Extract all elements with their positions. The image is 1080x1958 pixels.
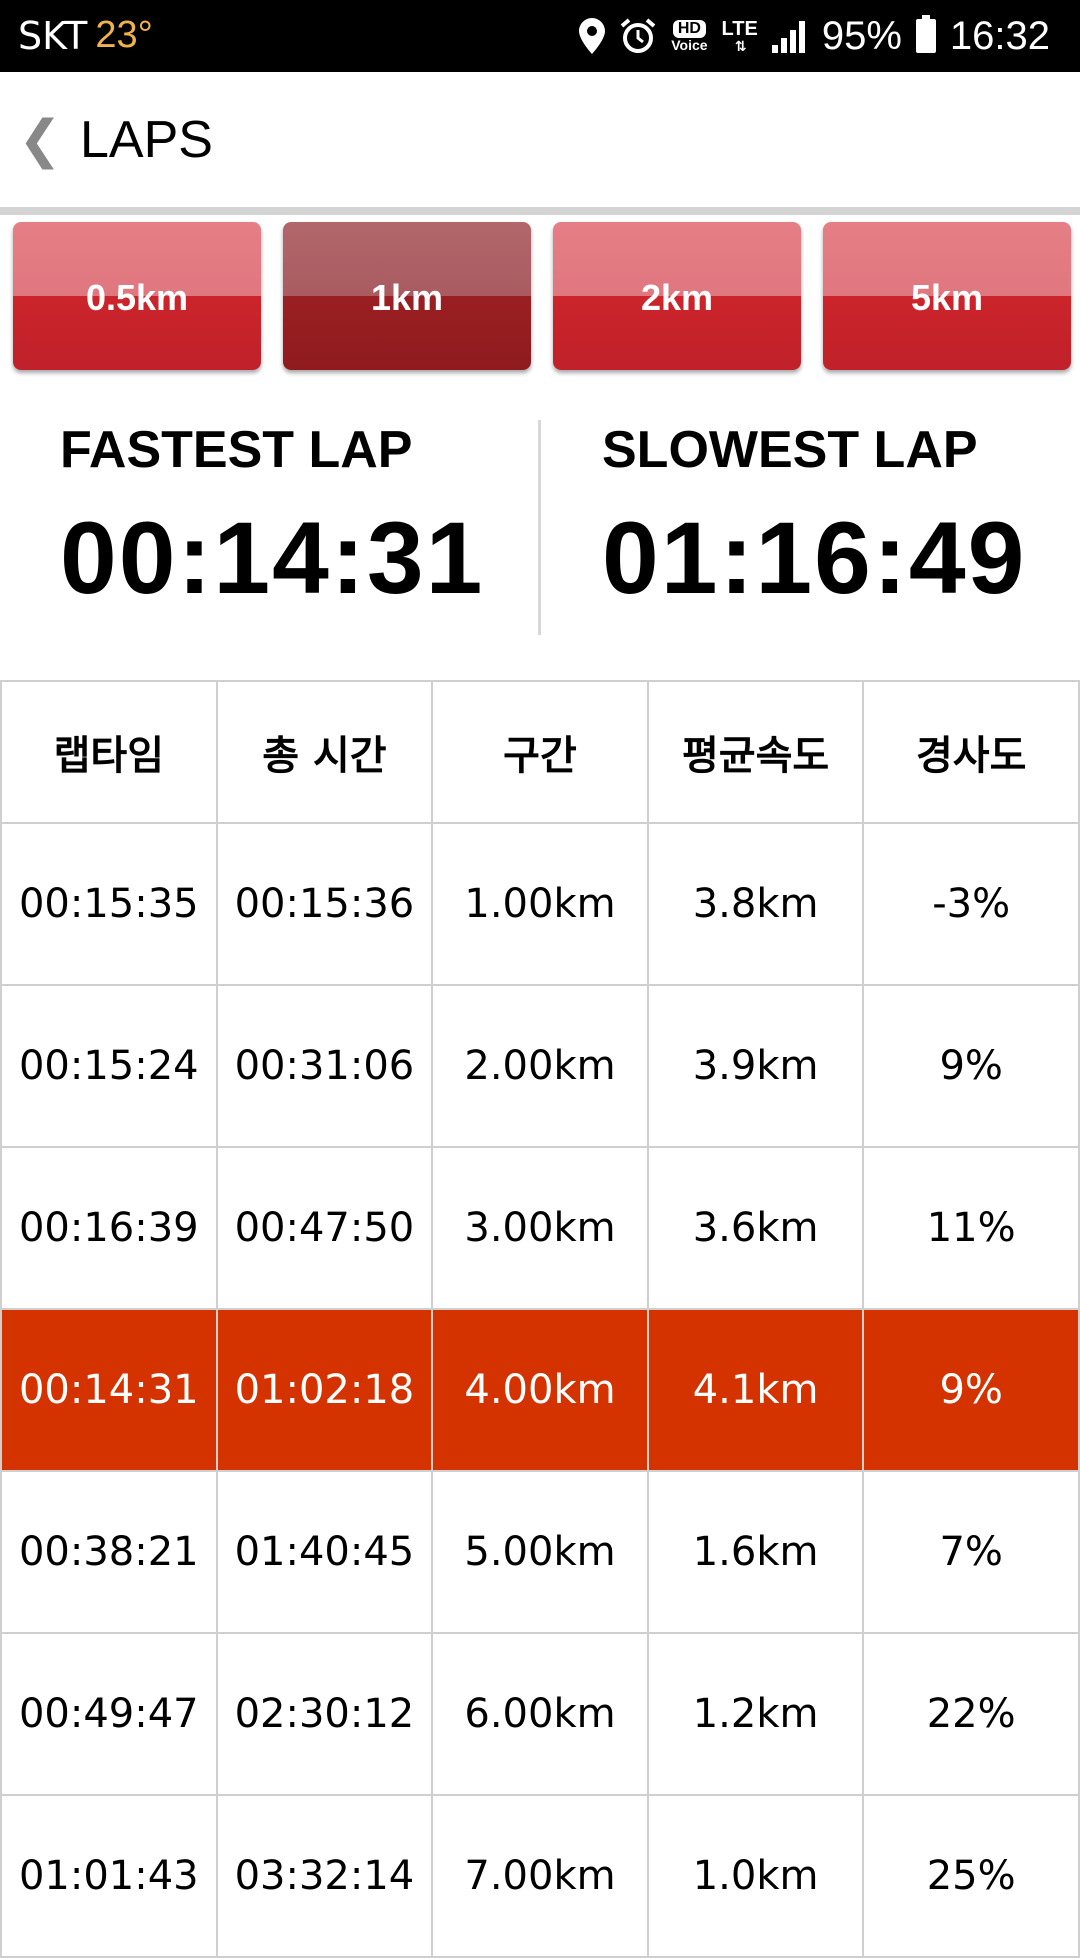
hd-voice-icon: HD Voice: [671, 20, 708, 53]
grade-cell: 9%: [862, 1308, 1080, 1472]
lap-time-cell: 00:38:21: [0, 1470, 218, 1634]
slowest-lap-label: SLOWEST LAP: [602, 421, 978, 479]
carrier-label: SKT: [18, 14, 88, 58]
distance-cell: 4.00km: [431, 1308, 649, 1472]
lap-distance-selector: 0.5km 1km 2km 5km: [0, 222, 1080, 372]
column-header-distance: 구간: [431, 680, 649, 824]
battery-percent: 95%: [821, 13, 902, 58]
avg-speed-cell: 3.6km: [646, 1146, 865, 1310]
table-row[interactable]: 00:15:24 00:31:06 2.00km 3.9km 9%: [0, 984, 1080, 1148]
grade-cell: -3%: [862, 822, 1080, 986]
grade-cell: 25%: [862, 1794, 1080, 1958]
segment-5km-button[interactable]: 5km: [823, 222, 1071, 370]
column-header-lap-time: 랩타임: [0, 680, 218, 824]
avg-speed-cell: 3.8km: [646, 822, 865, 986]
segment-label: 0.5km: [85, 277, 189, 318]
segment-label: 5km: [910, 277, 984, 318]
temperature-label: 23°: [95, 14, 153, 56]
table-row[interactable]: 00:16:39 00:47:50 3.00km 3.6km 11%: [0, 1146, 1080, 1310]
voice-label: Voice: [671, 37, 708, 53]
lap-time-cell: 01:01:43: [0, 1794, 218, 1958]
lte-label: LTE: [721, 18, 758, 40]
header-divider: [0, 207, 1080, 215]
avg-speed-cell: 3.9km: [646, 984, 865, 1148]
slowest-lap: SLOWEST LAP 01:16:49: [602, 420, 1026, 617]
table-row[interactable]: 00:38:21 01:40:45 5.00km 1.6km 7%: [0, 1470, 1080, 1634]
distance-cell: 1.00km: [431, 822, 649, 986]
segment-1km-button[interactable]: 1km: [283, 222, 531, 370]
table-row[interactable]: 00:49:47 02:30:12 6.00km 1.2km 22%: [0, 1632, 1080, 1796]
page-title: LAPS: [80, 110, 213, 169]
distance-cell: 2.00km: [431, 984, 649, 1148]
lap-time-cell: 00:14:31: [0, 1308, 218, 1472]
avg-speed-cell: 1.2km: [646, 1632, 865, 1796]
fastest-lap-label: FASTEST LAP: [60, 421, 413, 479]
lap-time-cell: 00:16:39: [0, 1146, 218, 1310]
total-time-cell: 03:32:14: [215, 1794, 434, 1958]
back-button[interactable]: ❮: [0, 72, 80, 207]
slowest-lap-value: 01:16:49: [602, 501, 1027, 615]
segment-0-5km-button[interactable]: 0.5km: [13, 222, 261, 370]
avg-speed-cell: 4.1km: [646, 1308, 865, 1472]
grade-cell: 9%: [862, 984, 1080, 1148]
avg-speed-cell: 1.0km: [646, 1794, 865, 1958]
distance-cell: 5.00km: [431, 1470, 649, 1634]
segment-label: 2km: [640, 277, 714, 318]
alarm-icon: [619, 17, 657, 55]
grade-cell: 7%: [862, 1470, 1080, 1634]
fastest-lap-value: 00:14:31: [60, 501, 485, 615]
total-time-cell: 00:31:06: [215, 984, 434, 1148]
column-header-total-time: 총 시간: [215, 680, 434, 824]
chevron-left-icon: ❮: [18, 110, 62, 169]
lap-time-cell: 00:49:47: [0, 1632, 218, 1796]
stats-divider: [538, 420, 541, 635]
clock: 16:32: [949, 13, 1050, 58]
grade-cell: 22%: [862, 1632, 1080, 1796]
lap-time-cell: 00:15:35: [0, 822, 218, 986]
status-bar: SKT 23° HD Voice LTE ⇅ 95% 16:32: [0, 0, 1080, 72]
total-time-cell: 00:47:50: [215, 1146, 434, 1310]
status-left: SKT 23°: [18, 14, 153, 58]
lap-time-cell: 00:15:24: [0, 984, 218, 1148]
table-row[interactable]: 00:15:35 00:15:36 1.00km 3.8km -3%: [0, 822, 1080, 986]
total-time-cell: 01:40:45: [215, 1470, 434, 1634]
app-header: ❮ LAPS: [0, 72, 1080, 207]
laps-table: 랩타임 총 시간 구간 평균속도 경사도 00:15:35 00:15:36 1…: [0, 680, 1080, 1958]
fastest-lap: FASTEST LAP 00:14:31: [60, 420, 484, 617]
hd-label: HD: [672, 20, 706, 38]
location-icon: [579, 18, 606, 54]
table-row[interactable]: 01:01:43 03:32:14 7.00km 1.0km 25%: [0, 1794, 1080, 1958]
signal-icon: [771, 19, 808, 53]
status-right: HD Voice LTE ⇅ 95% 16:32: [579, 14, 1050, 59]
avg-speed-cell: 1.6km: [646, 1470, 865, 1634]
total-time-cell: 00:15:36: [215, 822, 434, 986]
table-row-highlighted[interactable]: 00:14:31 01:02:18 4.00km 4.1km 9%: [0, 1308, 1080, 1472]
lte-icon: LTE ⇅: [721, 18, 758, 54]
segment-label: 1km: [370, 277, 444, 318]
total-time-cell: 01:02:18: [215, 1308, 434, 1472]
distance-cell: 3.00km: [431, 1146, 649, 1310]
total-time-cell: 02:30:12: [215, 1632, 434, 1796]
distance-cell: 6.00km: [431, 1632, 649, 1796]
grade-cell: 11%: [862, 1146, 1080, 1310]
distance-cell: 7.00km: [431, 1794, 649, 1958]
column-header-avg-speed: 평균속도: [646, 680, 865, 824]
battery-icon: [915, 15, 936, 53]
table-header-row: 랩타임 총 시간 구간 평균속도 경사도: [0, 680, 1080, 824]
segment-2km-button[interactable]: 2km: [553, 222, 801, 370]
column-header-grade: 경사도: [862, 680, 1080, 824]
